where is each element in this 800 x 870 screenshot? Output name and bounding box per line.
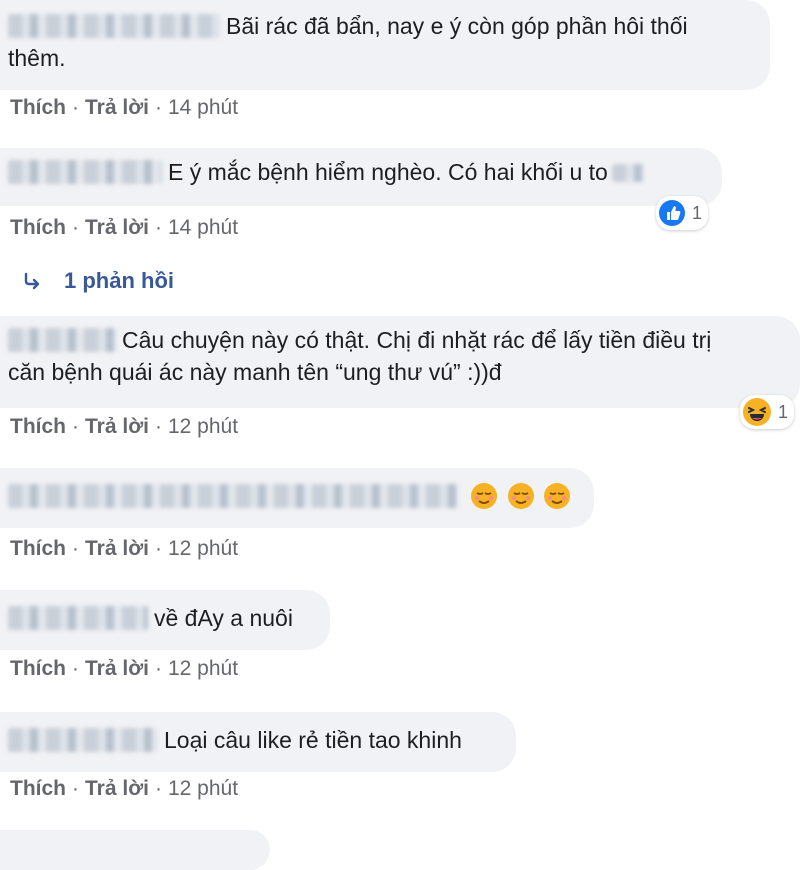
- reply-arrow-icon: [24, 272, 40, 290]
- like-link[interactable]: Thích: [10, 657, 66, 680]
- comment-actions: Thích · Trả lời · 12 phút: [10, 535, 238, 563]
- like-link[interactable]: Thích: [10, 777, 66, 800]
- separator: ·: [72, 777, 79, 800]
- comment-actions: Thích · Trả lời · 14 phút: [10, 214, 238, 242]
- comment-text: E ý mắc bệnh hiểm nghèo. Có hai khối u t…: [168, 159, 608, 185]
- comment-text: Bãi rác đã bẩn, nay e ý còn góp phần hôi…: [226, 13, 688, 39]
- comment-actions: Thích · Trả lời · 14 phút: [10, 94, 238, 122]
- reply-link[interactable]: Trả lời: [85, 657, 149, 680]
- comment-bubble: Câu chuyện này có thật. Chị đi nhặt rác …: [0, 316, 800, 408]
- comment-bubble: Bãi rác đã bẩn, nay e ý còn góp phần hôi…: [0, 0, 770, 90]
- reaction-summary[interactable]: 1: [740, 395, 795, 429]
- comment-time[interactable]: 14 phút: [168, 96, 238, 119]
- blurred-author-name[interactable]: [8, 160, 162, 184]
- like-link[interactable]: Thích: [10, 415, 66, 438]
- comment-text: về đAy a nuôi: [154, 605, 293, 631]
- blurred-author-name[interactable]: [8, 728, 158, 752]
- comment-time[interactable]: 12 phút: [168, 657, 238, 680]
- like-link[interactable]: Thích: [10, 537, 66, 560]
- comment-actions: Thích · Trả lời · 12 phút: [10, 655, 238, 683]
- reply-link[interactable]: Trả lời: [85, 415, 149, 438]
- comment-time[interactable]: 12 phút: [168, 415, 238, 438]
- separator: ·: [72, 537, 79, 560]
- separator: ·: [154, 537, 162, 560]
- comment-bubble: về đAy a nuôi: [0, 590, 330, 650]
- comment-text: Câu chuyện này có thật. Chị đi nhặt rác …: [122, 327, 712, 353]
- comment-text-continued: thêm.: [8, 45, 66, 71]
- blurred-author-name[interactable]: [8, 606, 148, 630]
- separator: ·: [154, 415, 162, 438]
- blurred-author-name[interactable]: [8, 14, 220, 38]
- comment-text: Loại câu like rẻ tiền tao khinh: [164, 727, 462, 753]
- relieved-face-icon: [471, 483, 498, 509]
- like-link[interactable]: Thích: [10, 96, 66, 119]
- reaction-count: 1: [692, 202, 703, 223]
- separator: ·: [72, 96, 79, 119]
- separator: ·: [72, 657, 79, 680]
- reply-link[interactable]: Trả lời: [85, 777, 149, 800]
- comment-actions: Thích · Trả lời · 12 phút: [10, 775, 238, 803]
- replies-label: 1 phản hồi: [64, 268, 174, 293]
- like-link[interactable]: Thích: [10, 216, 66, 239]
- reply-link[interactable]: Trả lời: [85, 96, 149, 119]
- comment-time[interactable]: 12 phút: [168, 777, 238, 800]
- comment-text-continued: căn bệnh quái ác này manh tên “ung thư v…: [8, 359, 502, 385]
- reaction-count: 1: [778, 401, 789, 422]
- separator: ·: [154, 96, 162, 119]
- comment-bubble: [0, 468, 594, 528]
- reaction-summary[interactable]: 1: [656, 196, 709, 230]
- reply-link[interactable]: Trả lời: [85, 216, 149, 239]
- comment-time[interactable]: 12 phút: [168, 537, 238, 560]
- separator: ·: [154, 216, 162, 239]
- haha-icon: [743, 398, 771, 426]
- comment-bubble-partial: [0, 830, 270, 870]
- separator: ·: [72, 415, 79, 438]
- blurred-text: [611, 164, 644, 182]
- reply-link[interactable]: Trả lời: [85, 537, 149, 560]
- comment-time[interactable]: 14 phút: [168, 216, 238, 239]
- relieved-face-icon: [507, 483, 534, 509]
- separator: ·: [154, 657, 162, 680]
- relieved-face-icon: [544, 483, 571, 509]
- view-replies-link[interactable]: 1 phản hồi: [22, 268, 174, 294]
- separator: ·: [72, 216, 79, 239]
- comment-actions: Thích · Trả lời · 12 phút: [10, 413, 238, 441]
- blurred-author-name[interactable]: [8, 484, 458, 508]
- blurred-author-name[interactable]: [8, 328, 116, 352]
- comment-bubble: Loại câu like rẻ tiền tao khinh: [0, 712, 516, 772]
- separator: ·: [154, 777, 162, 800]
- comment-bubble: E ý mắc bệnh hiểm nghèo. Có hai khối u t…: [0, 148, 722, 206]
- like-icon: [659, 200, 685, 226]
